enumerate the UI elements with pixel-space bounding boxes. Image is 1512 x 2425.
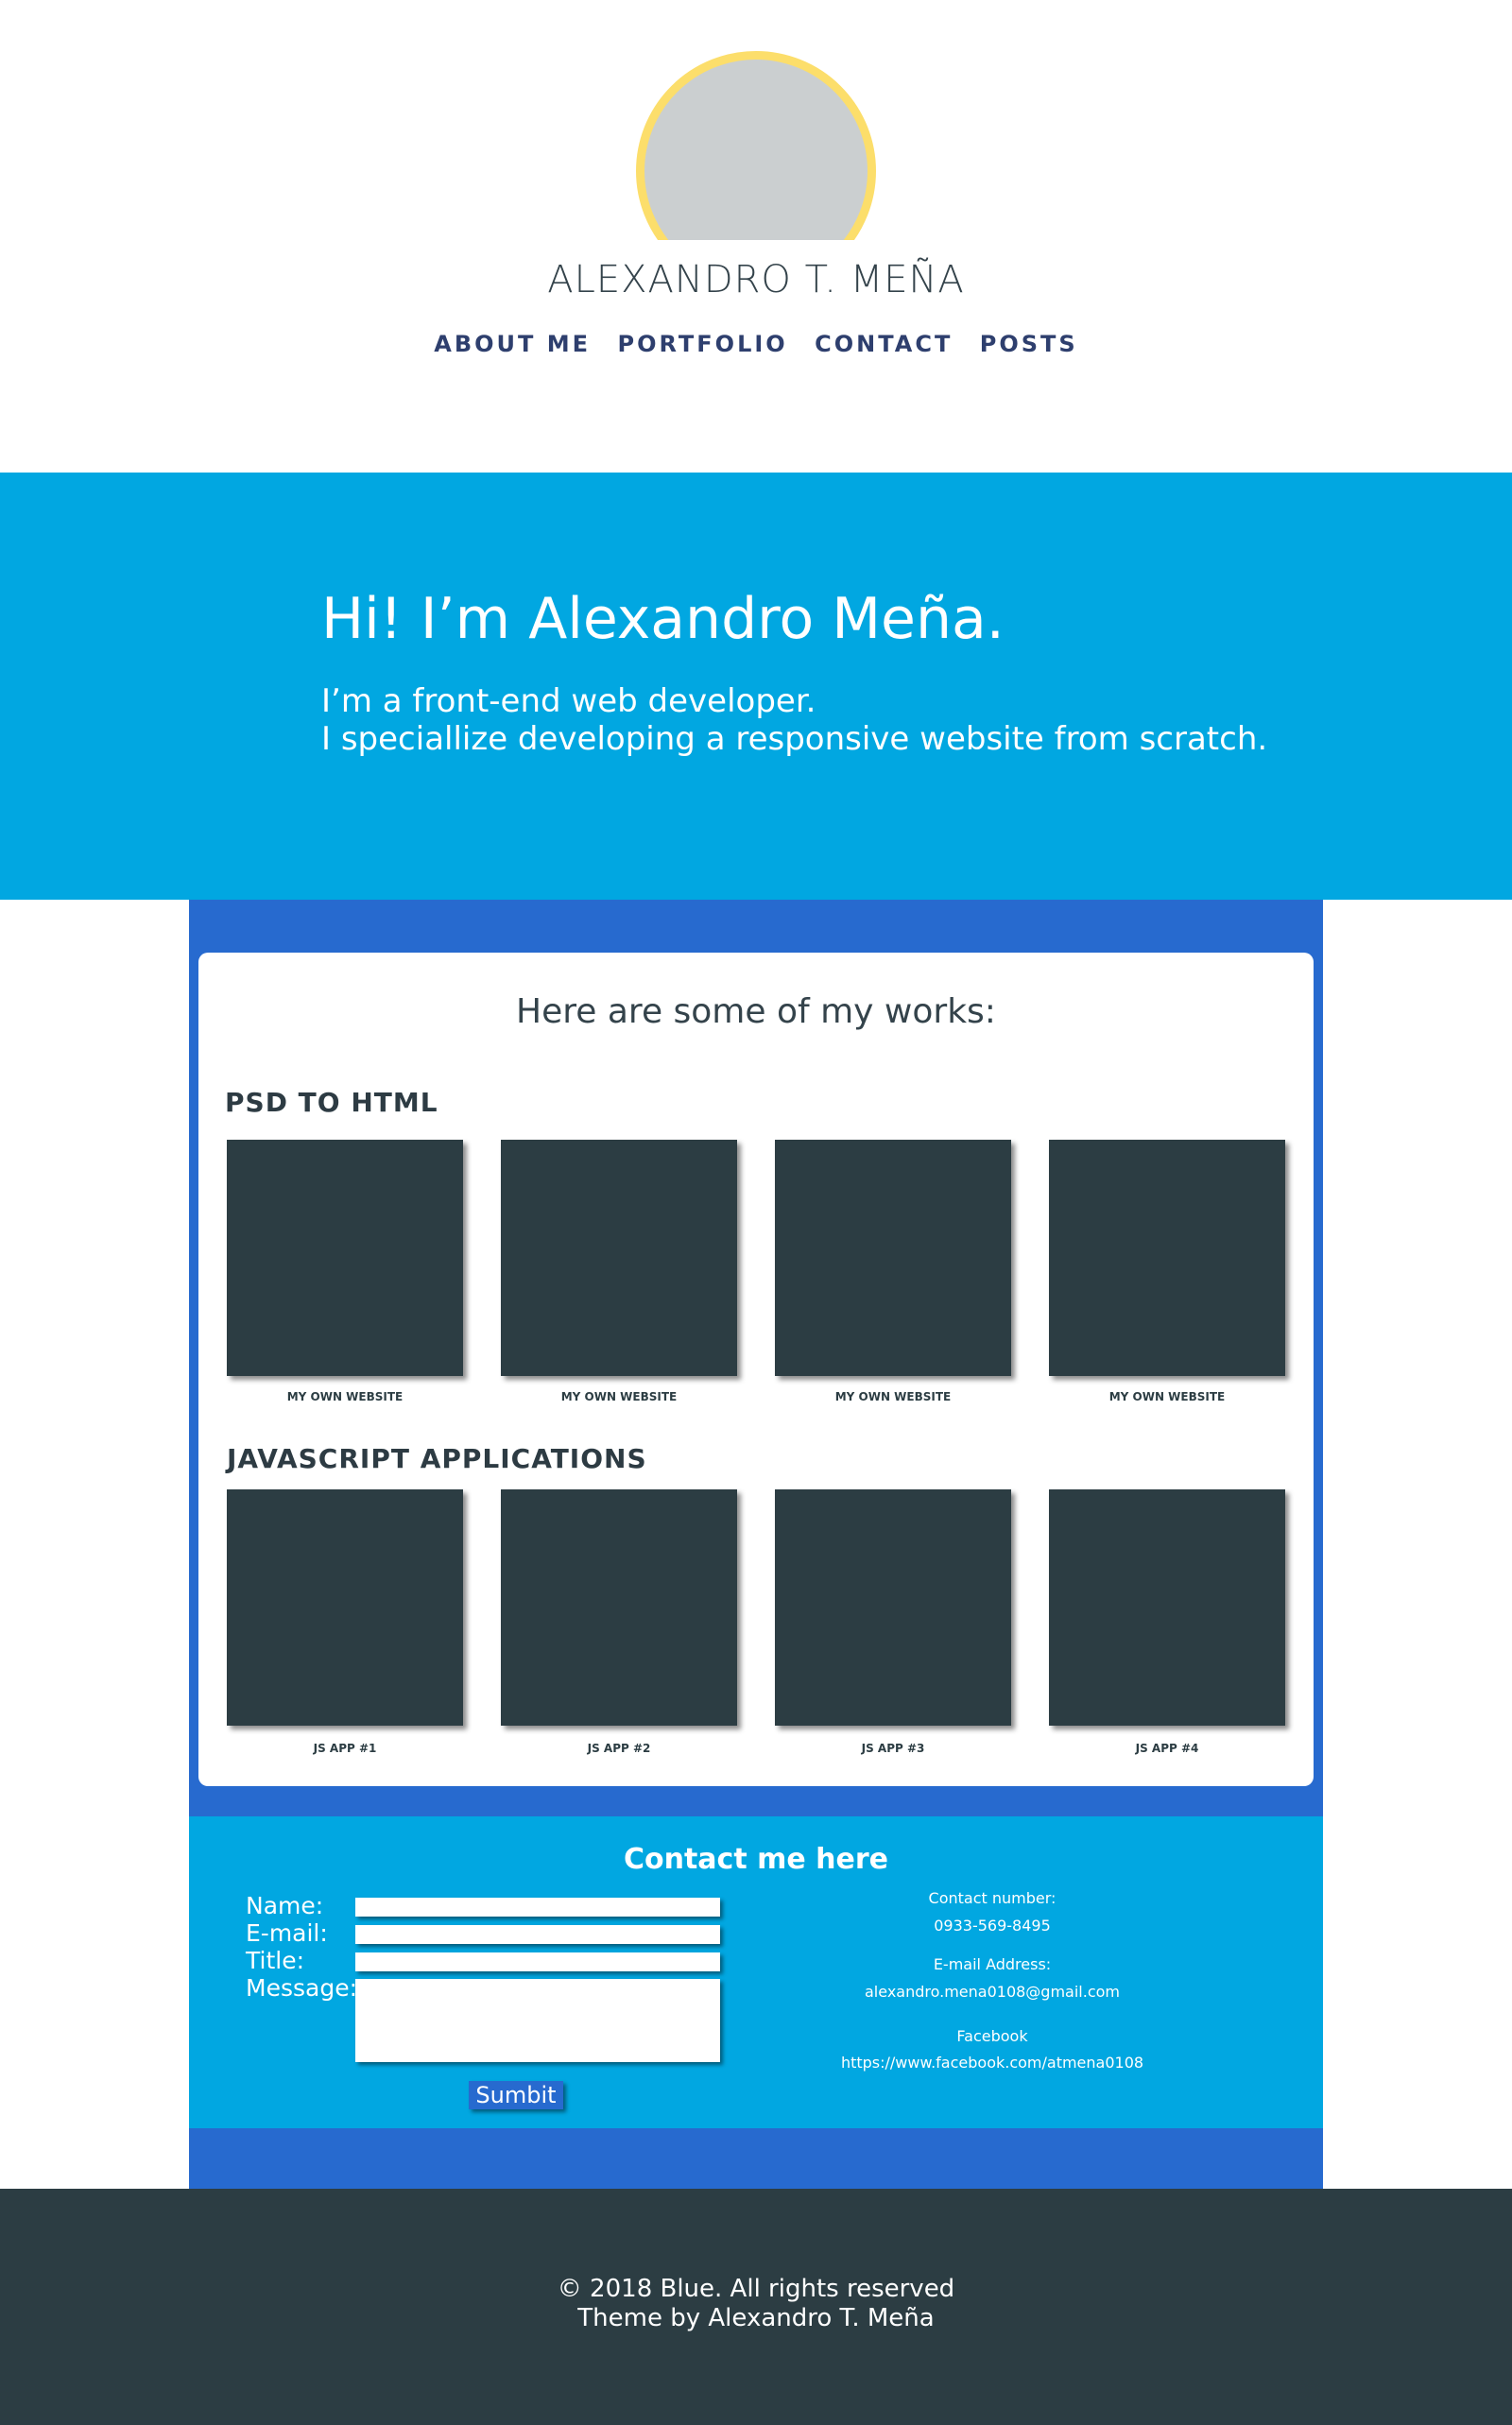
main-nav: ABOUT ME PORTFOLIO CONTACT POSTS — [0, 331, 1512, 357]
js-thumb-3[interactable] — [775, 1489, 1011, 1726]
js-thumb-2[interactable] — [501, 1489, 737, 1726]
email-field[interactable] — [355, 1925, 720, 1944]
nav-posts[interactable]: POSTS — [980, 331, 1078, 357]
psd-caption-1: MY OWN WEBSITE — [286, 1390, 404, 1403]
psd-thumb-2[interactable] — [501, 1140, 737, 1376]
psd-thumb-3[interactable] — [775, 1140, 1011, 1376]
nav-portfolio[interactable]: PORTFOLIO — [618, 331, 788, 357]
psd-caption-2: MY OWN WEBSITE — [560, 1390, 678, 1403]
site-footer: © 2018 Blue. All rights reserved Theme b… — [0, 2189, 1512, 2425]
avatar — [636, 51, 876, 240]
js-caption-4: JS APP #4 — [1135, 1742, 1199, 1755]
js-caption-2: JS APP #2 — [587, 1742, 651, 1755]
psd-section-label: PSD TO HTML — [225, 1087, 438, 1118]
nav-about-me[interactable]: ABOUT ME — [434, 331, 591, 357]
contact-number: 0933-569-8495 — [934, 1917, 1051, 1935]
js-thumb-4[interactable] — [1049, 1489, 1285, 1726]
js-caption-3: JS APP #3 — [861, 1742, 925, 1755]
footer-credit: Theme by Alexandro T. Meña — [577, 2304, 935, 2332]
contact-title: Contact me here — [623, 1843, 889, 1876]
js-thumb-1[interactable] — [227, 1489, 463, 1726]
psd-caption-3: MY OWN WEBSITE — [834, 1390, 952, 1403]
message-label: Message: — [246, 1974, 357, 2002]
name-field[interactable] — [355, 1898, 720, 1917]
js-caption-1: JS APP #1 — [313, 1742, 377, 1755]
js-section-label: JAVASCRIPT APPLICATIONS — [227, 1443, 647, 1474]
site-name: ALEXANDRO T. MEÑA — [547, 258, 965, 301]
contact-section: Contact me here Name: E-mail: Title: Mes… — [189, 1816, 1323, 2128]
facebook-link[interactable]: https://www.facebook.com/atmena0108 — [794, 2054, 1191, 2072]
hero-line-1: I’m a front-end web developer. — [321, 682, 816, 720]
psd-caption-4: MY OWN WEBSITE — [1108, 1390, 1226, 1403]
site-header: ALEXANDRO T. MEÑA ABOUT ME PORTFOLIO CON… — [0, 0, 1512, 473]
hero-heading: Hi! I’m Alexandro Meña. — [321, 586, 1005, 652]
footer-copyright: © 2018 Blue. All rights reserved — [557, 2275, 955, 2303]
facebook-label: Facebook — [956, 2027, 1028, 2045]
message-field[interactable] — [355, 1979, 720, 2062]
works-title: Here are some of my works: — [516, 992, 996, 1031]
contact-bottom-bar — [189, 2128, 1323, 2189]
hero-section: Hi! I’m Alexandro Meña. I’m a front-end … — [0, 473, 1512, 900]
psd-thumb-4[interactable] — [1049, 1140, 1285, 1376]
email-label: E-mail: — [246, 1919, 328, 1947]
email-address-label: E-mail Address: — [933, 1955, 1052, 1973]
submit-button[interactable]: Sumbit — [469, 2081, 563, 2109]
name-label: Name: — [246, 1892, 324, 1919]
title-label: Title: — [246, 1947, 304, 1974]
email-address-link[interactable]: alexandro.mena0108@gmail.com — [794, 1983, 1191, 2001]
contact-number-label: Contact number: — [928, 1889, 1057, 1907]
psd-thumb-1[interactable] — [227, 1140, 463, 1376]
nav-contact[interactable]: CONTACT — [815, 331, 953, 357]
title-field[interactable] — [355, 1952, 720, 1971]
avatar-circle — [636, 51, 876, 240]
hero-line-2: I speciallize developing a responsive we… — [321, 720, 1268, 758]
